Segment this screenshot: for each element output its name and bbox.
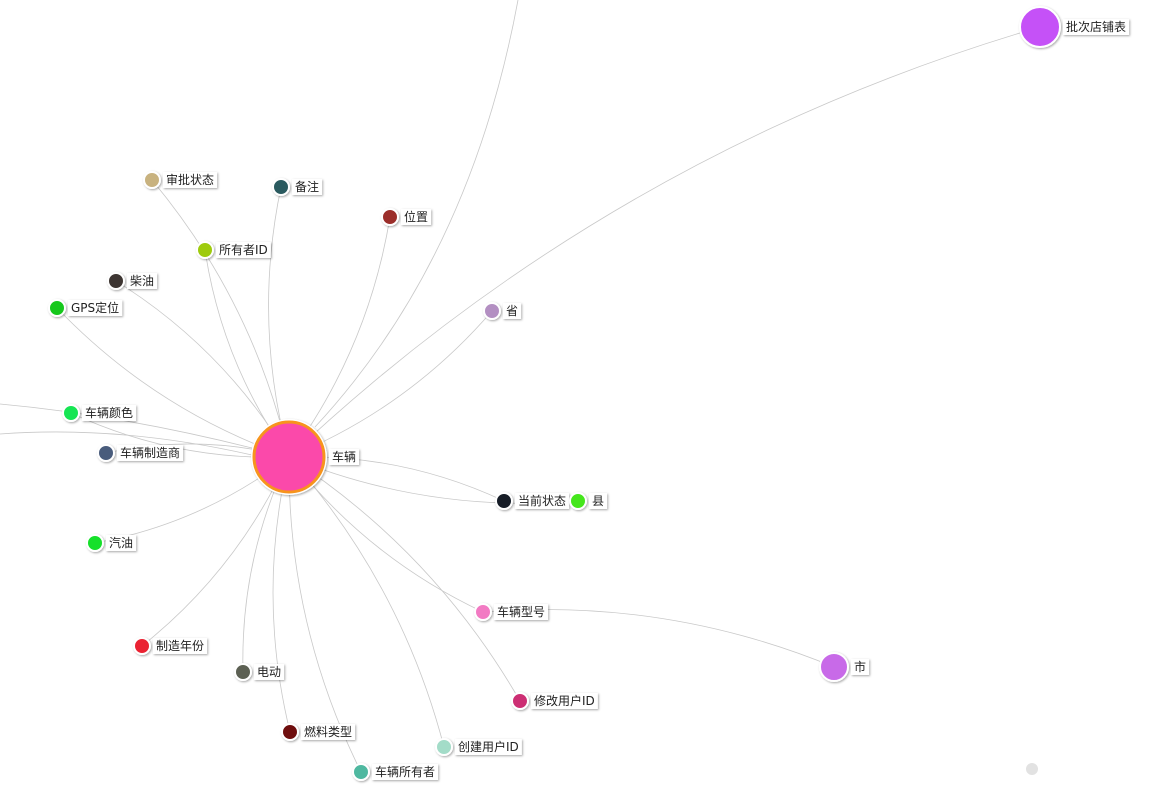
node-circle[interactable] xyxy=(352,763,370,781)
node-label: 市 xyxy=(854,659,866,674)
node-circle[interactable] xyxy=(483,302,501,320)
graph-node-vehicle-owner[interactable]: 车辆所有者 xyxy=(352,763,439,781)
node-circle[interactable] xyxy=(252,420,326,494)
graph-nodes[interactable]: 车辆 批次店铺表市 审批状态 备注位置所有者ID 柴油 GPS定位 省车辆颜色车辆制造商当前… xyxy=(48,6,1130,781)
graph-node-gasoline[interactable]: 汽油 xyxy=(86,534,137,552)
graph-node-current-status[interactable]: 当前状态 xyxy=(495,492,570,510)
node-label: 车辆所有者 xyxy=(375,764,435,779)
graph-node-vehicle-model[interactable]: 车辆型号 xyxy=(474,603,549,621)
node-circle[interactable] xyxy=(1024,761,1040,777)
node-label: 修改用户ID xyxy=(534,693,595,708)
node-circle[interactable] xyxy=(819,652,849,682)
graph-node-vehicle[interactable]: 车辆 xyxy=(251,419,360,495)
node-label: 汽油 xyxy=(109,535,133,550)
graph-node-city[interactable]: 市 xyxy=(819,652,870,682)
node-label: 车辆制造商 xyxy=(120,445,180,460)
node-circle[interactable] xyxy=(474,603,492,621)
node-label: 位置 xyxy=(404,209,428,224)
node-circle[interactable] xyxy=(143,171,161,189)
node-circle[interactable] xyxy=(435,738,453,756)
node-label: 所有者ID xyxy=(219,243,268,257)
graph-node-electric[interactable]: 电动 xyxy=(234,663,285,681)
graph-edges xyxy=(0,0,1041,773)
node-label: 车辆 xyxy=(332,449,356,464)
node-circle[interactable] xyxy=(381,208,399,226)
node-circle[interactable] xyxy=(1019,6,1061,48)
node-circle[interactable] xyxy=(511,692,529,710)
node-circle[interactable] xyxy=(97,444,115,462)
graph-node-build-year[interactable]: 制造年份 xyxy=(133,637,208,655)
node-circle[interactable] xyxy=(495,492,513,510)
node-label: 车辆型号 xyxy=(497,604,545,619)
node-label: GPS定位 xyxy=(71,300,119,315)
node-circle[interactable] xyxy=(196,241,214,259)
graph-node-fuel-type[interactable]: 燃料类型 xyxy=(281,723,356,741)
node-label: 电动 xyxy=(257,665,281,679)
node-label: 创建用户ID xyxy=(458,739,519,754)
node-circle[interactable] xyxy=(281,723,299,741)
graph-node-creator-id[interactable]: 创建用户ID xyxy=(435,738,522,756)
graph-edge-vehicle-location xyxy=(288,216,391,458)
graph-edge-vehicle-modifier-id xyxy=(288,456,521,702)
node-label: 柴油 xyxy=(130,274,154,288)
graph-edge-vehicle-creator-id xyxy=(288,456,445,748)
graph-edge-vehicle-batch-store xyxy=(288,26,1041,458)
node-circle[interactable] xyxy=(48,299,66,317)
node-label: 省 xyxy=(506,304,518,318)
graph-edge-vehicle-gps xyxy=(56,307,290,458)
node-circle[interactable] xyxy=(62,404,80,422)
node-label: 制造年份 xyxy=(156,639,204,653)
graph-node-manufacturer[interactable]: 车辆制造商 xyxy=(97,444,184,462)
graph-node-remark[interactable]: 备注 xyxy=(272,178,323,196)
graph-node-modifier-id[interactable]: 修改用户ID xyxy=(511,692,598,710)
graph-node-approval-status[interactable]: 审批状态 xyxy=(143,171,218,189)
node-label: 审批状态 xyxy=(166,172,214,187)
graph-edge-vehicle-fuel-type xyxy=(272,456,291,733)
graph-node-vehicle-color[interactable]: 车辆颜色 xyxy=(62,404,137,422)
node-label: 车辆颜色 xyxy=(85,405,133,420)
graph-node-province[interactable]: 省 xyxy=(483,302,522,320)
node-circle[interactable] xyxy=(234,663,252,681)
node-label: 当前状态 xyxy=(518,493,566,508)
graph-node-batch-store[interactable]: 批次店铺表 xyxy=(1019,6,1130,48)
graph-node-owner-id[interactable]: 所有者ID xyxy=(196,241,271,259)
node-label: 县 xyxy=(592,494,604,508)
node-circle[interactable] xyxy=(272,178,290,196)
node-label: 燃料类型 xyxy=(304,724,352,739)
node-label: 批次店铺表 xyxy=(1066,19,1126,34)
graph-node-gps[interactable]: GPS定位 xyxy=(48,299,123,317)
node-circle[interactable] xyxy=(86,534,104,552)
node-label: 备注 xyxy=(295,179,319,194)
node-circle[interactable] xyxy=(133,637,151,655)
node-circle[interactable] xyxy=(569,492,587,510)
relationship-graph[interactable]: 车辆 批次店铺表市 审批状态 备注位置所有者ID 柴油 GPS定位 省车辆颜色车辆制造商当前… xyxy=(0,0,1166,812)
graph-node-county[interactable]: 县 xyxy=(569,492,608,510)
graph-node-diesel[interactable]: 柴油 xyxy=(107,272,158,290)
node-circle[interactable] xyxy=(107,272,125,290)
graph-node-faded[interactable] xyxy=(1024,761,1040,777)
graph-node-location[interactable]: 位置 xyxy=(381,208,432,226)
